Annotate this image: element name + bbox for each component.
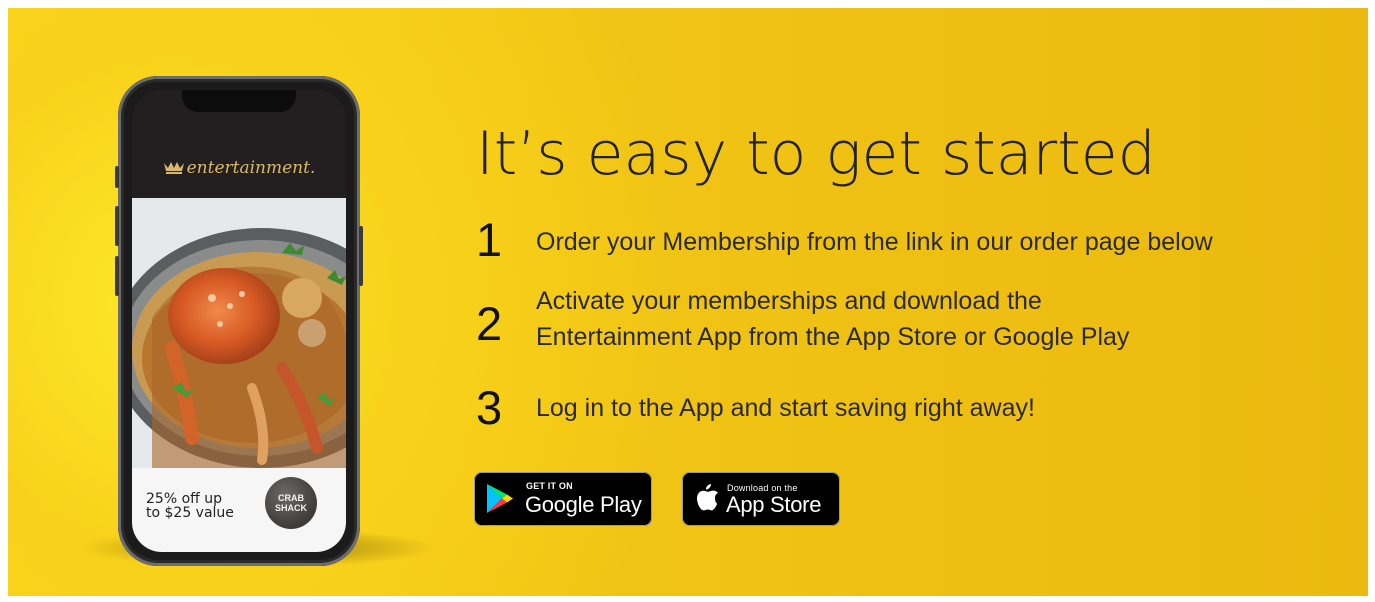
offer-line-2: to $25 value bbox=[146, 505, 234, 521]
step-text: Log in to the App and start saving right… bbox=[536, 394, 1035, 422]
offer-line-1: 25% off up bbox=[146, 491, 222, 507]
phone-side-button bbox=[359, 226, 363, 286]
hero-banner: entertainment. 25% off up to $25 value C… bbox=[8, 8, 1368, 596]
step-text-line-2: Entertainment App from the App Store or … bbox=[536, 323, 1130, 351]
phone-volume-down bbox=[115, 256, 119, 296]
offer-card: 25% off up to $25 value CRAB SHACK bbox=[132, 468, 346, 552]
food-photo bbox=[132, 198, 346, 468]
phone-mockup: entertainment. 25% off up to $25 value C… bbox=[115, 76, 363, 566]
step-number: 2 bbox=[476, 297, 503, 350]
crab-shack-logo: CRAB SHACK bbox=[265, 477, 317, 529]
step-text: Order your Membership from the link in o… bbox=[536, 228, 1213, 256]
app-store-button[interactable]: Download on the App Store bbox=[682, 472, 840, 526]
crown-icon bbox=[163, 159, 185, 179]
apple-icon bbox=[694, 482, 720, 517]
entertainment-logo: entertainment. bbox=[132, 158, 346, 179]
badge-line-1: CRAB bbox=[277, 493, 304, 503]
offer-text: 25% off up to $25 value bbox=[146, 492, 256, 520]
phone-mute-button bbox=[115, 166, 119, 188]
phone-screen: entertainment. 25% off up to $25 value C… bbox=[132, 90, 346, 552]
google-play-small-label: GET IT ON bbox=[526, 481, 573, 491]
page-title: It’s easy to get started bbox=[476, 119, 1156, 189]
phone-notch bbox=[182, 90, 296, 112]
google-play-label: Google Play bbox=[525, 492, 642, 517]
badge-line-2: SHACK bbox=[274, 503, 307, 513]
app-store-label: App Store bbox=[726, 492, 822, 517]
step-number: 1 bbox=[476, 213, 503, 266]
step-text-line-1: Activate your memberships and download t… bbox=[536, 287, 1042, 315]
google-play-icon bbox=[486, 483, 514, 519]
brand-text: entertainment. bbox=[186, 158, 316, 178]
step-number: 3 bbox=[476, 381, 503, 434]
google-play-button[interactable]: GET IT ON Google Play bbox=[474, 472, 652, 526]
phone-volume-up bbox=[115, 206, 119, 246]
